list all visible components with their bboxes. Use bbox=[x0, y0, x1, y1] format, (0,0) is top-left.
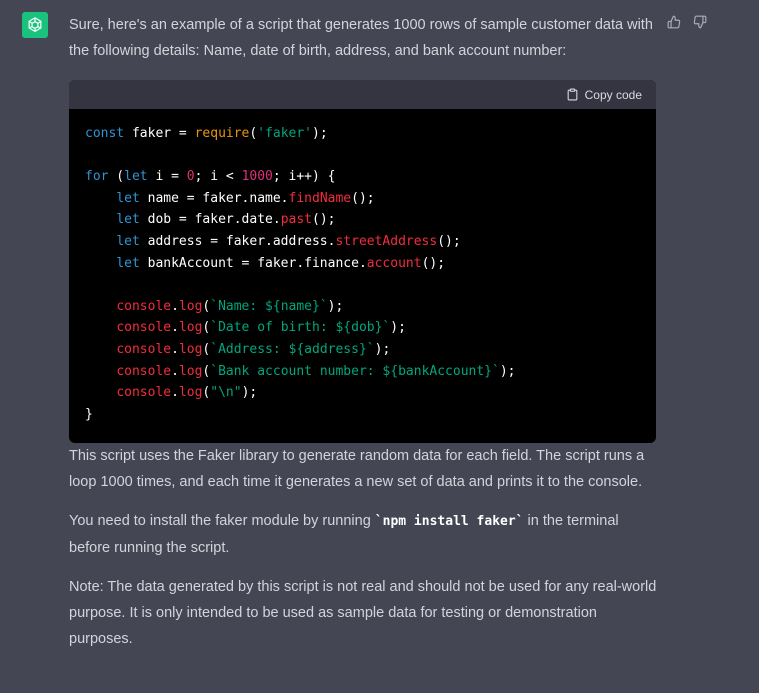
code-line: let address = faker.address.streetAddres… bbox=[116, 233, 461, 249]
code-line: console.log(`Address: ${address}`); bbox=[116, 341, 391, 357]
assistant-avatar bbox=[22, 12, 48, 38]
note-paragraph: Note: The data generated by this script … bbox=[69, 579, 657, 648]
chat-message: Sure, here's an example of a script that… bbox=[0, 0, 759, 693]
feedback-buttons bbox=[666, 14, 708, 30]
copy-code-button[interactable]: Copy code bbox=[566, 88, 642, 102]
thumbs-down-icon bbox=[693, 15, 707, 29]
explanation-paragraph: This script uses the Faker library to ge… bbox=[69, 448, 645, 491]
code-line: for (let i = 0; i < 1000; i++) { bbox=[85, 169, 336, 185]
thumbs-down-button[interactable] bbox=[692, 14, 708, 30]
intro-text: Sure, here's an example of a script that… bbox=[69, 17, 653, 59]
copy-code-label: Copy code bbox=[584, 87, 642, 102]
install-paragraph: You need to install the faker module by … bbox=[69, 508, 657, 561]
code-line: let dob = faker.date.past(); bbox=[116, 212, 336, 228]
code-line: console.log(`Date of birth: ${dob}`); bbox=[116, 320, 406, 336]
code-line: let bankAccount = faker.finance.account(… bbox=[116, 255, 446, 271]
code-line: const faker = require('faker'); bbox=[85, 126, 328, 141]
thumbs-up-button[interactable] bbox=[666, 14, 682, 30]
thumbs-up-icon bbox=[667, 15, 681, 29]
code-line: let name = faker.name.findName(); bbox=[116, 190, 375, 206]
code-header: Copy code bbox=[69, 80, 656, 109]
code-line: } bbox=[85, 406, 93, 422]
code-line: console.log(`Name: ${name}`); bbox=[116, 298, 344, 314]
code-line: console.log(`Bank account number: ${bank… bbox=[116, 363, 516, 379]
code-line: console.log("\n"); bbox=[116, 385, 258, 401]
message-content: Sure, here's an example of a script that… bbox=[69, 12, 657, 652]
clipboard-icon bbox=[567, 88, 577, 101]
code-block: Copy code const faker = require('faker')… bbox=[69, 80, 656, 444]
openai-logo-icon bbox=[28, 17, 42, 32]
install-command: `npm install faker` bbox=[374, 514, 524, 530]
install-text-before: You need to install the faker module by … bbox=[69, 513, 375, 530]
code-content: const faker = require('faker'); for (let… bbox=[69, 109, 656, 443]
